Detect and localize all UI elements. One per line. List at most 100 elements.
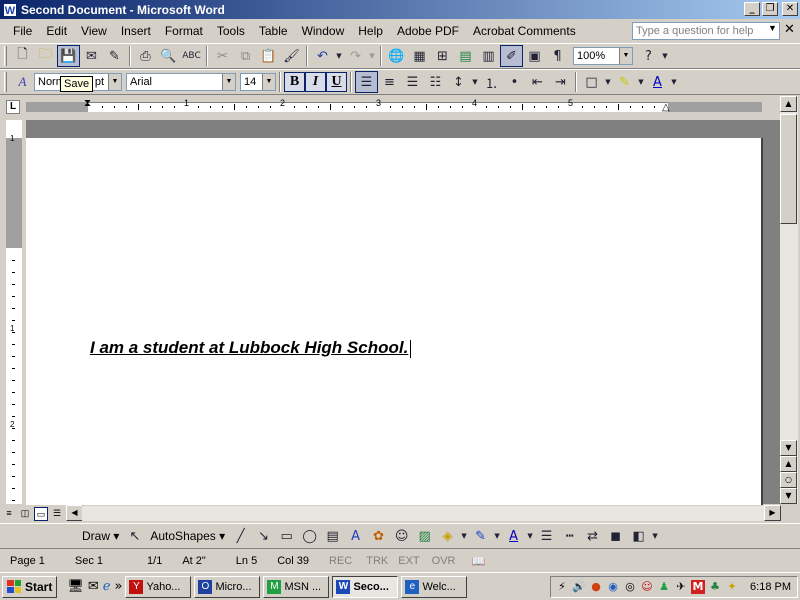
select-browse-object-button[interactable]: ○ <box>780 472 797 488</box>
mail-tray-icon[interactable]: M <box>691 580 705 594</box>
paste-icon[interactable]: 📋 <box>257 45 280 67</box>
ask-question-input[interactable]: Type a question for help <box>632 22 780 40</box>
volume-icon[interactable]: 🔊 <box>572 580 586 594</box>
zoom-dropdown-icon[interactable]: ▼ <box>619 48 632 64</box>
task-welcome[interactable]: e Welc... <box>401 575 468 598</box>
search-tray-icon[interactable]: ✦ <box>725 580 739 594</box>
status-trk[interactable]: TRK <box>362 555 392 567</box>
menu-window[interactable]: Window <box>295 20 352 42</box>
scroll-up-button[interactable]: ▲ <box>780 96 797 112</box>
restore-button[interactable]: ❐ <box>762 2 778 16</box>
redo-icon[interactable]: ↷ <box>344 45 367 67</box>
quick-launch-more-icon[interactable]: » <box>114 579 122 594</box>
permission-icon[interactable]: ✉ <box>80 45 103 67</box>
clock[interactable]: 6:18 PM <box>750 581 791 593</box>
3d-style-icon[interactable]: ◧ <box>627 525 650 547</box>
italic-button[interactable]: I <box>305 72 326 92</box>
update-icon[interactable]: ◉ <box>606 580 620 594</box>
autoshapes-menu-button[interactable]: AutoShapes ▾ <box>146 529 229 543</box>
font-size-dropdown-icon[interactable]: ▼ <box>262 74 275 90</box>
task-microsoft[interactable]: O Micro... <box>194 575 261 598</box>
font-color-dropdown-icon[interactable]: ▼ <box>669 71 679 93</box>
highlight-dropdown-icon[interactable]: ▼ <box>636 71 646 93</box>
ruler-strip[interactable] <box>26 102 762 112</box>
clip-art-icon[interactable]: ☺ <box>390 525 413 547</box>
next-page-button[interactable]: ▼ <box>780 488 797 504</box>
bold-button[interactable]: B <box>284 72 305 92</box>
ask-dropdown-icon[interactable]: ▼ <box>768 23 777 33</box>
scroll-right-button[interactable]: ▶ <box>764 505 781 521</box>
horizontal-scroll-track[interactable] <box>82 506 764 521</box>
new-document-icon[interactable]: 🗋 <box>11 45 34 67</box>
status-ext[interactable]: EXT <box>392 555 425 567</box>
menu-acrobat-comments[interactable]: Acrobat Comments <box>466 20 583 42</box>
style-dropdown-icon[interactable]: ▼ <box>108 74 121 90</box>
start-button[interactable]: Start <box>2 575 58 598</box>
columns-icon[interactable]: ▥ <box>477 45 500 67</box>
status-ovr[interactable]: OVR <box>426 555 462 567</box>
line-color-dropdown-icon[interactable]: ▼ <box>492 525 502 547</box>
font-dropdown-icon[interactable]: ▼ <box>222 74 235 90</box>
web-layout-icon[interactable]: ◫ <box>18 507 32 521</box>
draw-font-color-icon[interactable]: A <box>502 525 525 547</box>
menu-format[interactable]: Format <box>158 20 210 42</box>
font-color-icon[interactable]: A <box>646 71 669 93</box>
scroll-thumb[interactable] <box>780 114 797 224</box>
menu-view[interactable]: View <box>74 20 114 42</box>
text-box-icon[interactable]: ▤ <box>321 525 344 547</box>
menu-edit[interactable]: Edit <box>39 20 74 42</box>
menu-tools[interactable]: Tools <box>210 20 252 42</box>
align-right-icon[interactable]: ☰ <box>401 71 424 93</box>
internet-explorer-icon[interactable]: ℯ <box>103 579 111 594</box>
copy-icon[interactable]: ⧉ <box>234 45 257 67</box>
undo-dropdown-icon[interactable]: ▼ <box>334 45 344 67</box>
outline-view-icon[interactable]: ☰ <box>50 507 64 521</box>
draw-toolbar-options-icon[interactable]: ▼ <box>650 525 660 547</box>
numbering-icon[interactable]: ⒈ <box>480 71 503 93</box>
previous-page-button[interactable]: ▲ <box>780 456 797 472</box>
outlook-express-icon[interactable]: ✉ <box>88 579 99 594</box>
task-yahoo[interactable]: Y Yaho... <box>125 575 192 598</box>
undo-icon[interactable]: ↶ <box>311 45 334 67</box>
vertical-scrollbar[interactable]: ▲ ▼ ▲ ○ ▼ <box>780 96 798 504</box>
font-select[interactable]: Arial ▼ <box>126 73 236 91</box>
media-icon[interactable]: ◎ <box>623 580 637 594</box>
document-page[interactable]: I am a student at Lubbock High School. <box>26 138 763 508</box>
yahoo-tray-icon[interactable]: ☺ <box>640 580 654 594</box>
document-close-icon[interactable]: ✕ <box>784 22 795 37</box>
toolbar-grip[interactable] <box>4 72 7 92</box>
menu-insert[interactable]: Insert <box>114 20 158 42</box>
hyperlink-icon[interactable]: 🌐 <box>385 45 408 67</box>
select-objects-icon[interactable]: ↖ <box>123 525 146 547</box>
document-text-line[interactable]: I am a student at Lubbock High School. <box>90 338 412 358</box>
vertical-ruler[interactable]: 1 1 2 <box>6 120 22 504</box>
security-tray-icon[interactable]: ♣ <box>708 580 722 594</box>
print-icon[interactable]: ⎙ <box>134 45 157 67</box>
document-map-icon[interactable]: ▣ <box>523 45 546 67</box>
align-center-icon[interactable]: ≡ <box>378 71 401 93</box>
draw-menu-button[interactable]: Draw ▾ <box>78 529 123 543</box>
right-indent-marker[interactable]: △ <box>662 102 670 113</box>
increase-indent-icon[interactable]: ⇥ <box>549 71 572 93</box>
highlight-icon[interactable]: ✎ <box>613 71 636 93</box>
scroll-down-button[interactable]: ▼ <box>780 440 797 456</box>
styles-formatting-icon[interactable]: A <box>11 71 34 93</box>
spelling-status-icon[interactable]: 📖 <box>462 555 496 568</box>
arrow-style-icon[interactable]: ⇄ <box>581 525 604 547</box>
print-preview-icon[interactable]: 🔍 <box>157 45 180 67</box>
fill-color-icon[interactable]: ◈ <box>436 525 459 547</box>
draw-font-color-dropdown-icon[interactable]: ▼ <box>525 525 535 547</box>
diagram-icon[interactable]: ✿ <box>367 525 390 547</box>
line-icon[interactable]: ╱ <box>229 525 252 547</box>
line-spacing-icon[interactable]: ↕ <box>447 71 470 93</box>
tab-selector[interactable]: L <box>6 100 20 114</box>
messenger-tray-icon[interactable]: ♟ <box>657 580 671 594</box>
menu-table[interactable]: Table <box>252 20 295 42</box>
cut-icon[interactable]: ✂ <box>211 45 234 67</box>
underline-button[interactable]: U <box>326 72 347 92</box>
show-desktop-icon[interactable]: 🖥 <box>67 579 84 594</box>
left-indent-marker[interactable]: ⧗ <box>84 98 91 109</box>
menu-file[interactable]: File <box>6 20 39 42</box>
show-hide-icon[interactable]: ¶ <box>546 45 569 67</box>
menu-adobe-pdf[interactable]: Adobe PDF <box>390 20 466 42</box>
